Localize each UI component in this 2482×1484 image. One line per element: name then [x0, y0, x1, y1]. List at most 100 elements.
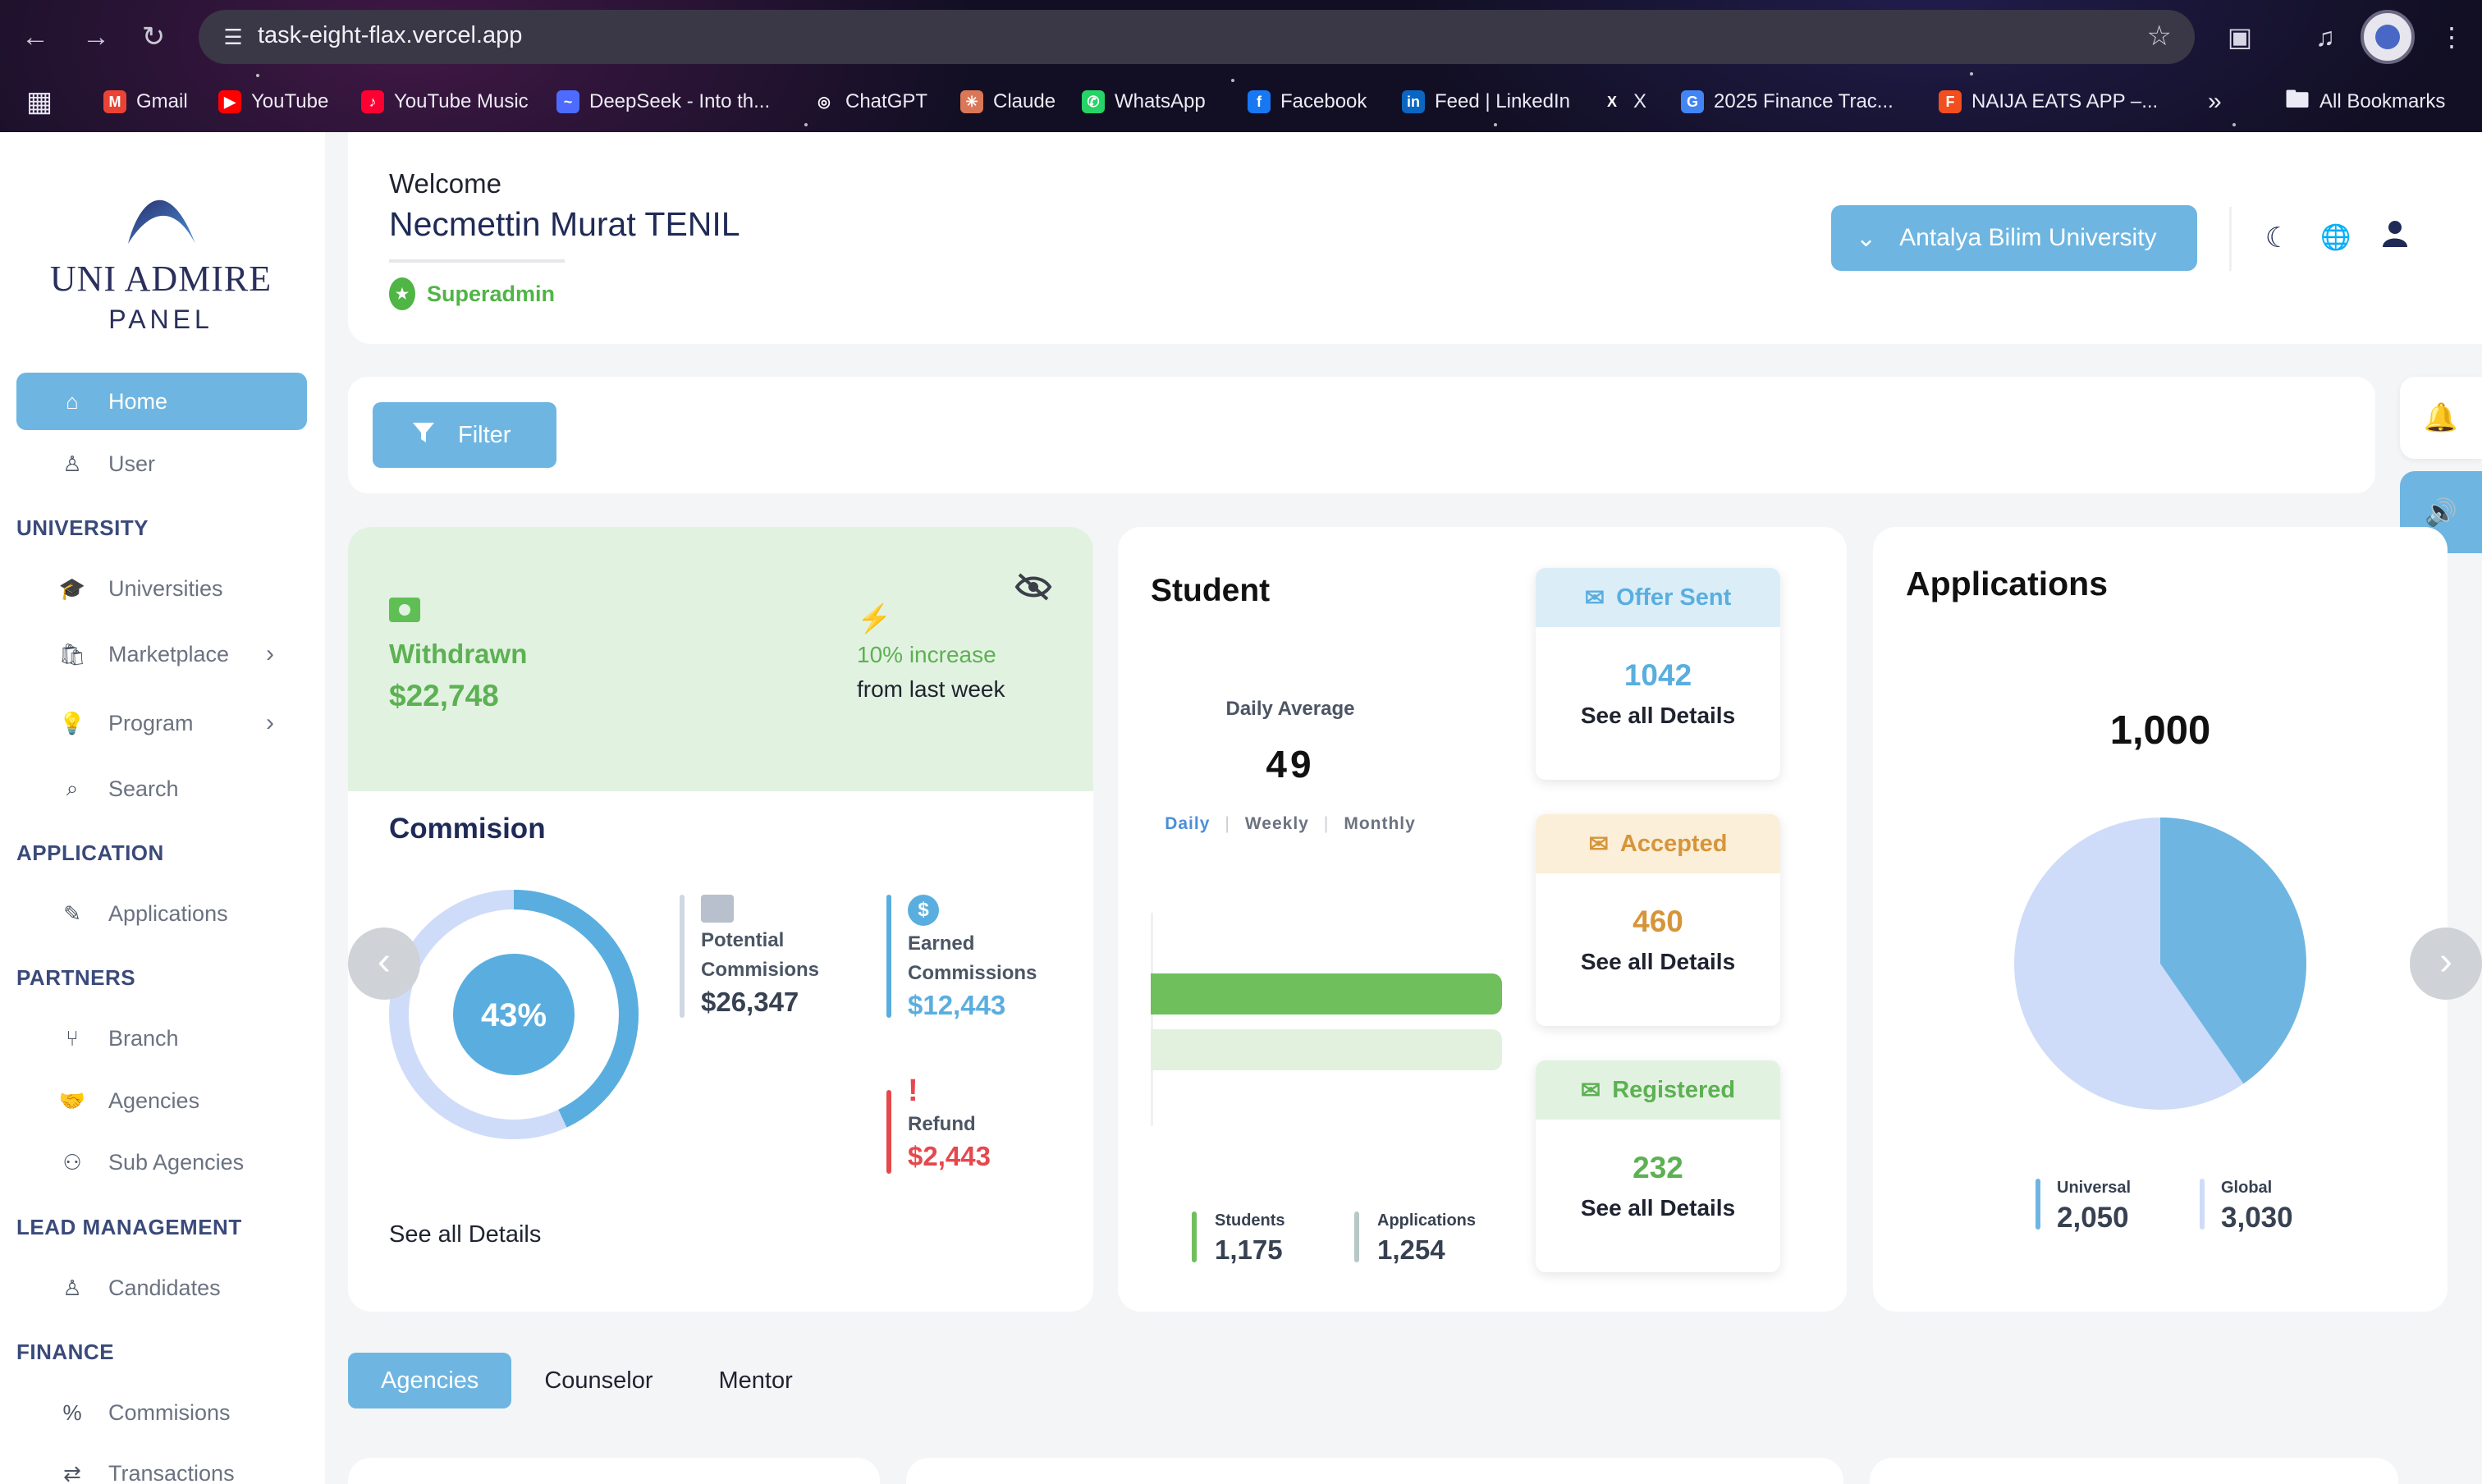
apps-grid-icon[interactable]: ▦	[26, 86, 53, 117]
hide-values-eye-slash-icon[interactable]	[1014, 573, 1052, 608]
offer-sent-see-all-link[interactable]: See all Details	[1536, 703, 1780, 729]
global-value: 3,030	[2221, 1202, 2293, 1234]
withdrawn-value: $22,748	[389, 679, 499, 712]
sidebar-item-universities[interactable]: 🎓 Universities	[16, 560, 307, 617]
bookmark-label: DeepSeek - Into th...	[589, 90, 771, 112]
bookmark-gmail[interactable]: M Gmail	[103, 87, 188, 117]
applications-card: Applications 1,000 Universal 2,050 Globa…	[1873, 527, 2448, 1312]
bookmark-label: Claude	[993, 90, 1056, 112]
period-monthly[interactable]: Monthly	[1344, 814, 1415, 834]
sidebar-item-label: Search	[108, 776, 179, 801]
bookmark-deepseek[interactable]: ~ DeepSeek - Into th...	[556, 87, 770, 117]
bookmark-google[interactable]: G 2025 Finance Trac...	[1681, 87, 1894, 117]
bookmark-label: NAIJA EATS APP –...	[1971, 90, 2159, 112]
git-branch-icon: ⑂	[66, 1025, 79, 1051]
globe-icon[interactable]: 🌐	[2316, 218, 2356, 258]
commission-card: Withdrawn $22,748 ⚡ 10% increase from la…	[348, 527, 1093, 1312]
period-weekly[interactable]: Weekly	[1245, 814, 1309, 834]
user-icon: ♙	[62, 451, 82, 476]
chevron-right-icon: ›	[266, 640, 274, 667]
bookmark-chatgpt[interactable]: ◎ ChatGPT	[813, 87, 927, 117]
sidebar-item-transactions[interactable]: ⇄ Transactions	[16, 1445, 307, 1484]
sidebar-item-user[interactable]: ♙ User	[16, 435, 307, 492]
sidebar-item-home[interactable]: ⌂ Home	[16, 373, 307, 430]
transactions-icon: ⇄	[63, 1460, 81, 1484]
university-select[interactable]: ⌄ Antalya Bilim University	[1831, 205, 2197, 271]
sidebar-item-applications[interactable]: ✎ Applications	[16, 885, 307, 942]
address-bar[interactable]: ☰ task-eight-flax.vercel.app ☆	[199, 10, 2195, 64]
lightning-bolt-icon: ⚡	[857, 603, 892, 634]
accepted-see-all-link[interactable]: See all Details	[1536, 949, 1780, 975]
funnel-icon	[412, 421, 435, 450]
bookmark-facebook[interactable]: f Facebook	[1248, 87, 1367, 117]
global-label: Global	[2221, 1179, 2273, 1197]
envelope-icon: ✉	[1588, 831, 1609, 858]
student-title: Student	[1151, 573, 1271, 608]
sidebar: UNI ADMIRE PANEL ⌂ Home ♙ User UNIVERSITY 🎓 Un…	[0, 132, 325, 1484]
bookmark-x[interactable]: XX	[1600, 87, 1646, 117]
sidebar-item-label: Applications	[108, 900, 228, 926]
reload-icon[interactable]: ↻	[135, 18, 172, 56]
registered-see-all-link[interactable]: See all Details	[1536, 1195, 1780, 1221]
bookmark-whatsapp[interactable]: ✆ WhatsApp	[1082, 87, 1206, 117]
students-bar	[1151, 973, 1502, 1015]
registered-card[interactable]: ✉ Registered 232 See all Details	[1536, 1060, 1780, 1272]
bottom-card	[348, 1458, 880, 1484]
students-legend-value: 1,175	[1215, 1234, 1283, 1265]
accepted-card[interactable]: ✉ Accepted 460 See all Details	[1536, 814, 1780, 1026]
more-bookmarks-icon[interactable]: »	[2208, 87, 2222, 117]
bookmark-linkedin[interactable]: in Feed | LinkedIn	[1402, 87, 1570, 117]
browser-menu-icon[interactable]: ⋮	[2431, 16, 2472, 57]
home-icon: ⌂	[66, 388, 79, 414]
refund-label: Refund	[908, 1113, 976, 1135]
tab-counselor[interactable]: Counselor	[511, 1353, 685, 1408]
sidebar-item-branch[interactable]: ⑂ Branch	[16, 1010, 307, 1067]
carousel-prev-chevron-left-icon[interactable]: ‹	[348, 928, 420, 1000]
bookmark-label: Gmail	[136, 90, 188, 112]
user-icon: ♙	[62, 1275, 82, 1300]
earned-label-line1: Earned	[908, 932, 975, 955]
bookmark-star-icon[interactable]: ☆	[2147, 20, 2172, 53]
dark-mode-moon-icon[interactable]: ☾	[2258, 218, 2297, 258]
all-bookmarks-button[interactable]: 🖿 All Bookmarks	[2285, 86, 2446, 117]
sidebar-item-agencies[interactable]: 🤝 Agencies	[16, 1072, 307, 1129]
all-bookmarks-label: All Bookmarks	[2319, 90, 2446, 112]
back-icon[interactable]: ←	[16, 18, 54, 56]
sidebar-item-label: Branch	[108, 1025, 179, 1051]
site-settings-icon[interactable]: ☰	[217, 21, 250, 53]
chevron-down-icon: ⌄	[1856, 224, 1877, 252]
gmail-icon: M	[103, 90, 126, 113]
user-profile-icon[interactable]	[2375, 218, 2415, 258]
bookmark-youtube-music[interactable]: ♪ YouTube Music	[361, 87, 529, 117]
period-daily[interactable]: Daily	[1165, 814, 1210, 834]
sidebar-item-label: User	[108, 451, 156, 476]
commission-see-all-link[interactable]: See all Details	[389, 1221, 541, 1248]
sidebar-item-label: Universities	[108, 575, 223, 601]
sidebar-item-sub-agencies[interactable]: ⚇ Sub Agencies	[16, 1134, 307, 1191]
withdrawn-panel: Withdrawn $22,748 ⚡ 10% increase from la…	[348, 527, 1093, 791]
extensions-icon[interactable]: ▣	[2219, 16, 2260, 57]
notifications-bell-icon[interactable]: 🔔	[2400, 377, 2482, 459]
filter-button[interactable]: Filter	[373, 402, 556, 468]
profile-avatar[interactable]	[2361, 10, 2415, 64]
sidebar-item-program[interactable]: 💡 Program ›	[16, 694, 307, 752]
bookmark-youtube[interactable]: ▶ YouTube	[218, 87, 328, 117]
org-tree-icon: ⚇	[62, 1149, 82, 1175]
sidebar-item-candidates[interactable]: ♙ Candidates	[16, 1259, 307, 1317]
sidebar-item-search[interactable]: ⌕ Search	[16, 760, 307, 818]
student-card: Student Daily Average 49 Daily | Weekly …	[1118, 527, 1847, 1312]
sidebar-item-marketplace[interactable]: 🛍 Marketplace ›	[16, 625, 307, 683]
forward-icon[interactable]: →	[77, 18, 115, 56]
tab-mentor[interactable]: Mentor	[686, 1353, 826, 1408]
sidebar-item-label: Home	[108, 388, 168, 414]
bookmark-claude[interactable]: ✳ Claude	[960, 87, 1056, 117]
bookmark-figma[interactable]: F NAIJA EATS APP –...	[1939, 87, 2158, 117]
sidebar-item-commisions[interactable]: % Commisions	[16, 1384, 307, 1441]
sidebar-item-label: Agencies	[108, 1088, 200, 1113]
carousel-next-chevron-right-icon[interactable]: ›	[2410, 928, 2482, 1000]
universal-label: Universal	[2057, 1179, 2132, 1197]
google-icon: G	[1681, 90, 1704, 113]
media-control-icon[interactable]: ♫	[2305, 16, 2346, 57]
offer-sent-card[interactable]: ✉ Offer Sent 1042 See all Details	[1536, 568, 1780, 780]
tab-agencies[interactable]: Agencies	[348, 1353, 512, 1408]
